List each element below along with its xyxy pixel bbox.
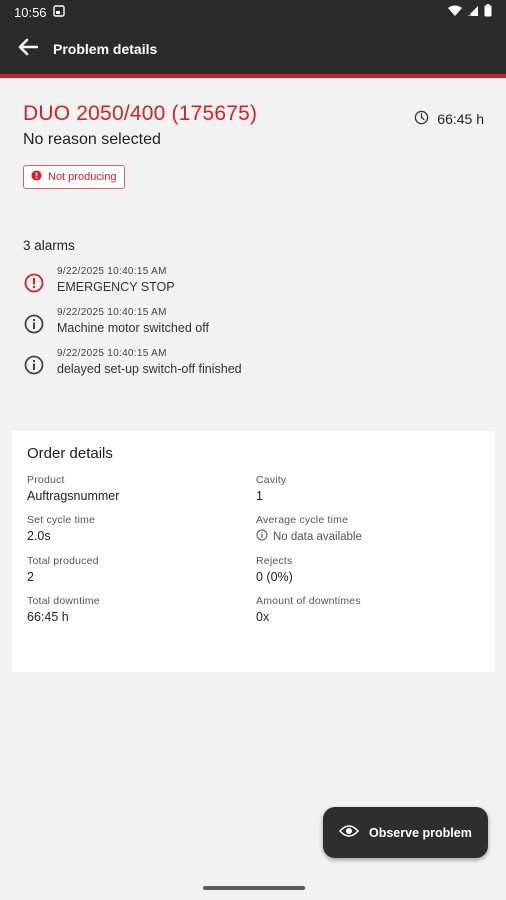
field-total-downtime: Total downtime 66:45 h bbox=[27, 595, 256, 624]
home-indicator[interactable] bbox=[203, 886, 305, 890]
observe-problem-button[interactable]: Observe problem bbox=[323, 807, 488, 858]
alarm-item[interactable]: 9/22/2025 10:40:15 AM EMERGENCY STOP bbox=[23, 266, 488, 294]
order-details-card: Order details Product Auftragsnummer Cav… bbox=[12, 431, 495, 672]
field-amount-of-downtimes: Amount of downtimes 0x bbox=[256, 595, 485, 624]
error-icon bbox=[31, 170, 42, 184]
alarm-time: 9/22/2025 10:40:15 AM bbox=[57, 348, 167, 359]
alarm-item[interactable]: 9/22/2025 10:40:15 AM Machine motor swit… bbox=[23, 307, 488, 335]
field-label: Total produced bbox=[27, 555, 99, 567]
alarm-time: 9/22/2025 10:40:15 AM bbox=[57, 266, 167, 277]
field-value: 0 (0%) bbox=[256, 570, 293, 584]
arrow-back-icon bbox=[18, 38, 39, 61]
status-badge-label: Not producing bbox=[48, 171, 117, 183]
field-cavity: Cavity 1 bbox=[256, 474, 485, 503]
alarm-message: EMERGENCY STOP bbox=[57, 280, 175, 294]
downtime-duration: 66:45 h bbox=[414, 110, 484, 128]
status-bar: 10:56 bbox=[0, 0, 506, 24]
field-value-row: No data available bbox=[256, 529, 485, 544]
field-value: 66:45 h bbox=[27, 610, 69, 624]
field-value: Auftragsnummer bbox=[27, 489, 120, 503]
field-label: Total downtime bbox=[27, 595, 100, 607]
problem-header: DUO 2050/400 (175675) No reason selected… bbox=[23, 102, 488, 189]
alarm-message: Machine motor switched off bbox=[57, 321, 209, 335]
info-outline-icon bbox=[23, 354, 45, 376]
screenshot-icon bbox=[52, 4, 65, 20]
alarms-title: 3 alarms bbox=[23, 238, 75, 253]
battery-icon bbox=[484, 4, 492, 20]
status-right bbox=[448, 4, 492, 20]
field-value: 0x bbox=[256, 610, 270, 624]
duration-value: 66:45 h bbox=[437, 111, 484, 127]
alarm-time: 9/22/2025 10:40:15 AM bbox=[57, 307, 167, 318]
clock-icon bbox=[414, 110, 429, 128]
status-left: 10:56 bbox=[14, 5, 65, 20]
field-value: No data available bbox=[273, 530, 362, 543]
alarm-message: delayed set-up switch-off finished bbox=[57, 362, 242, 376]
field-total-produced: Total produced 2 bbox=[27, 555, 256, 584]
signal-icon bbox=[467, 5, 479, 20]
status-time: 10:56 bbox=[14, 4, 47, 20]
error-outline-icon bbox=[23, 272, 45, 294]
back-button[interactable] bbox=[10, 31, 46, 67]
alarms-section: 3 alarms 9/22/2025 10:40:15 AM EMERGENCY… bbox=[23, 238, 488, 376]
alarm-item[interactable]: 9/22/2025 10:40:15 AM delayed set-up swi… bbox=[23, 348, 488, 376]
field-label: Amount of downtimes bbox=[256, 595, 361, 607]
order-details-title: Order details bbox=[27, 445, 113, 462]
field-average-cycle-time: Average cycle time No data available bbox=[256, 514, 485, 544]
field-label: Rejects bbox=[256, 555, 293, 567]
wifi-icon bbox=[448, 5, 462, 20]
app-bar-accent bbox=[0, 74, 506, 78]
observe-problem-label: Observe problem bbox=[369, 825, 472, 840]
page-title: Problem details bbox=[53, 41, 158, 57]
alarm-content: 9/22/2025 10:40:15 AM EMERGENCY STOP bbox=[57, 266, 175, 294]
field-rejects: Rejects 0 (0%) bbox=[256, 555, 485, 584]
field-label: Average cycle time bbox=[256, 514, 349, 526]
field-value: 2 bbox=[27, 570, 34, 584]
field-set-cycle-time: Set cycle time 2.0s bbox=[27, 514, 256, 544]
info-outline-icon bbox=[256, 529, 268, 544]
eye-icon bbox=[338, 824, 360, 841]
field-label: Cavity bbox=[256, 474, 287, 486]
status-badge: Not producing bbox=[23, 165, 125, 189]
field-product: Product Auftragsnummer bbox=[27, 474, 256, 503]
alarm-content: 9/22/2025 10:40:15 AM Machine motor swit… bbox=[57, 307, 209, 335]
alarm-content: 9/22/2025 10:40:15 AM delayed set-up swi… bbox=[57, 348, 242, 376]
field-value: 2.0s bbox=[27, 529, 51, 543]
order-details-grid: Product Auftragsnummer Cavity 1 Set cycl… bbox=[27, 474, 480, 624]
app-bar: Problem details bbox=[0, 24, 506, 74]
reason-text: No reason selected bbox=[23, 131, 161, 148]
field-label: Set cycle time bbox=[27, 514, 96, 526]
field-value: 1 bbox=[256, 489, 263, 503]
info-outline-icon bbox=[23, 313, 45, 335]
field-label: Product bbox=[27, 474, 65, 486]
